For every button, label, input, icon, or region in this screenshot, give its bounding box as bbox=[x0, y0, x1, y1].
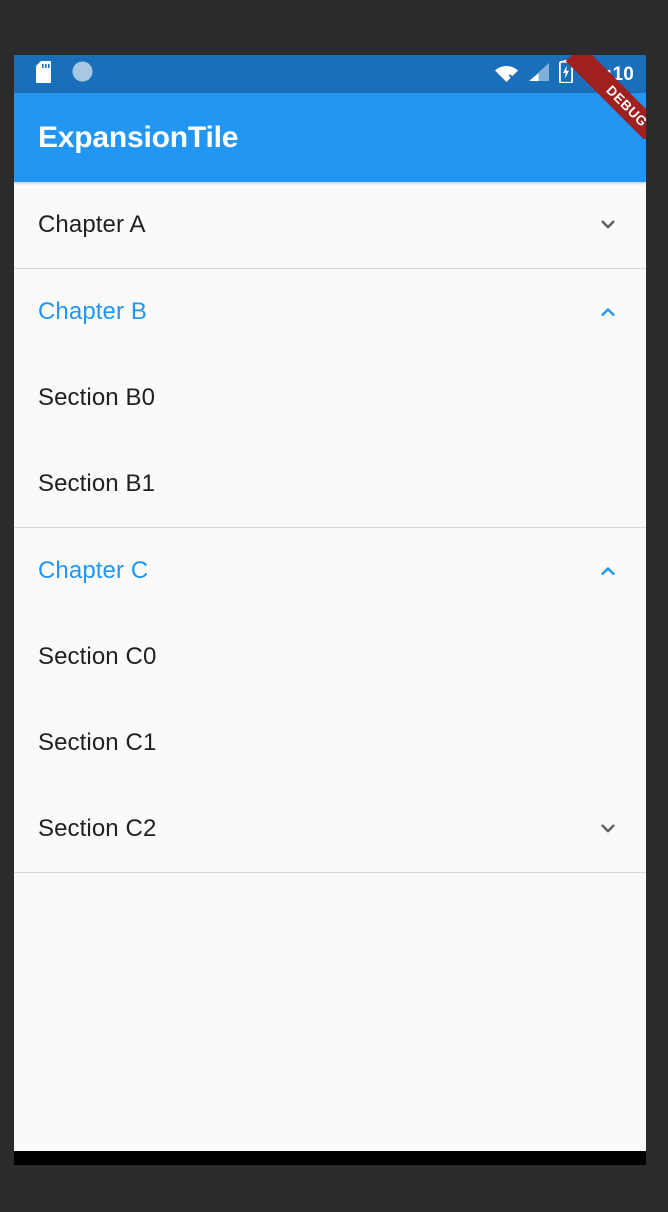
list-item-label: Section C0 bbox=[38, 643, 157, 670]
list-item-label: Section B1 bbox=[38, 470, 156, 497]
expansion-tile-title: Section C2 bbox=[38, 815, 157, 842]
expansion-tile-header-chapter-c[interactable]: Chapter C bbox=[14, 528, 646, 614]
list-item-label: Section B0 bbox=[38, 384, 156, 411]
expansion-tile-list[interactable]: Chapter A Chapter B Section B0 Section B… bbox=[14, 182, 646, 1151]
expansion-tile-header-chapter-a[interactable]: Chapter A bbox=[14, 182, 646, 268]
expansion-tile-title: Chapter A bbox=[38, 211, 146, 238]
chevron-up-icon[interactable] bbox=[594, 557, 622, 585]
cellular-signal-icon bbox=[528, 62, 550, 87]
chevron-up-icon[interactable] bbox=[594, 298, 622, 326]
wifi-off-icon bbox=[494, 62, 519, 87]
chevron-down-icon[interactable] bbox=[594, 815, 622, 843]
sync-circle-icon bbox=[72, 61, 93, 87]
expansion-tile-title: Chapter B bbox=[38, 298, 147, 325]
app-bar: ExpansionTile bbox=[14, 93, 646, 182]
list-item-label: Section C1 bbox=[38, 729, 157, 756]
expansion-tile-chapter-a: Chapter A bbox=[14, 182, 646, 268]
device-screen: 12:10 ExpansionTile DEBUG Chapter A Chap… bbox=[14, 55, 646, 1165]
expansion-tile-chapter-b: Chapter B Section B0 Section B1 bbox=[14, 269, 646, 527]
status-bar-clock: 12:10 bbox=[584, 63, 634, 85]
android-navigation-bar bbox=[14, 1151, 646, 1165]
expansion-tile-header-chapter-b[interactable]: Chapter B bbox=[14, 269, 646, 355]
battery-charging-icon bbox=[559, 60, 574, 88]
status-bar-left-icons bbox=[36, 60, 93, 88]
chevron-down-icon[interactable] bbox=[594, 211, 622, 239]
sd-card-icon bbox=[36, 60, 55, 88]
recents-button[interactable] bbox=[471, 1152, 531, 1165]
expansion-tile-header-section-c2[interactable]: Section C2 bbox=[14, 786, 646, 872]
page-title: ExpansionTile bbox=[38, 120, 239, 154]
list-item[interactable]: Section C1 bbox=[14, 700, 646, 786]
status-bar-right-icons: 12:10 bbox=[494, 60, 634, 88]
list-item[interactable]: Section B0 bbox=[14, 355, 646, 441]
home-button[interactable] bbox=[300, 1152, 360, 1165]
status-bar: 12:10 bbox=[14, 55, 646, 93]
divider bbox=[14, 872, 646, 873]
list-item[interactable]: Section B1 bbox=[14, 441, 646, 527]
list-item[interactable]: Section C0 bbox=[14, 614, 646, 700]
back-button[interactable] bbox=[129, 1152, 189, 1165]
expansion-tile-chapter-c: Chapter C Section C0 Section C1 Section … bbox=[14, 528, 646, 872]
expansion-tile-title: Chapter C bbox=[38, 557, 149, 584]
